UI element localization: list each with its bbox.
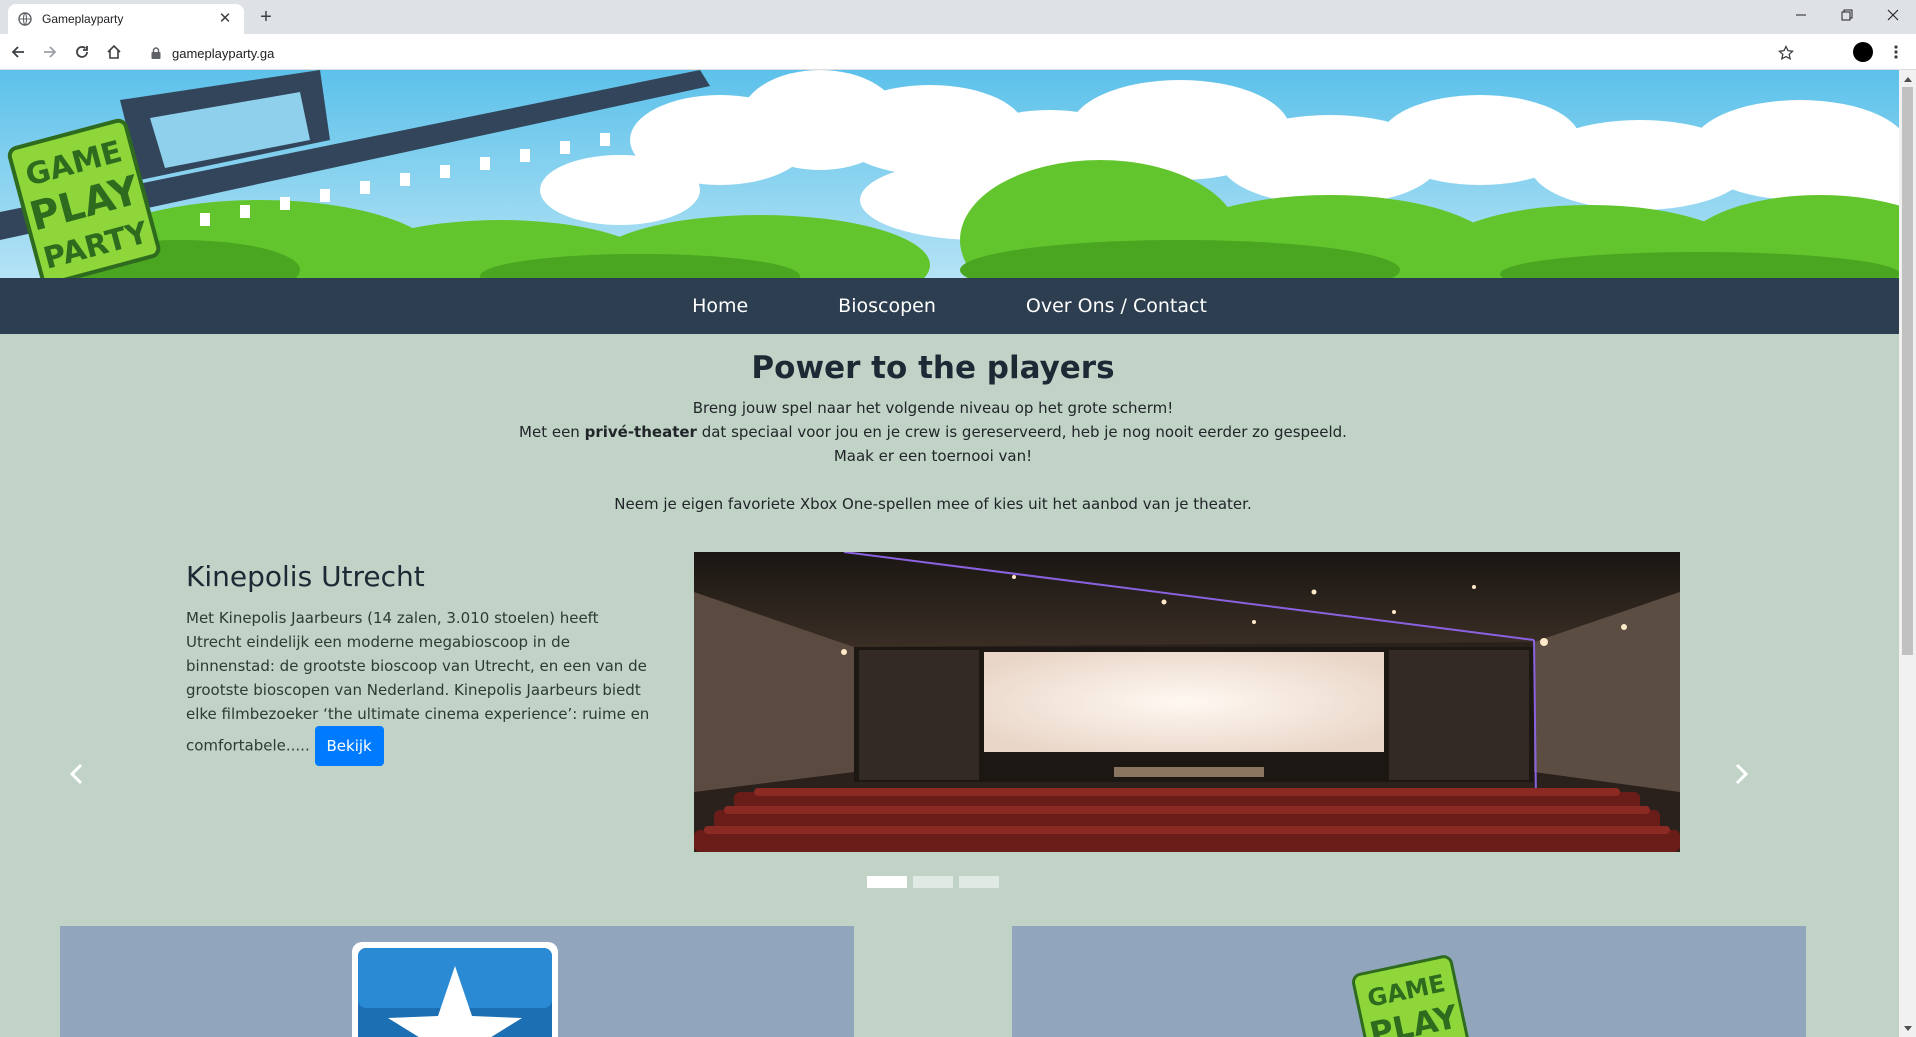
hero-text: Breng jouw spel naar het volgende niveau… bbox=[0, 396, 1866, 516]
cinema-card-left[interactable] bbox=[60, 926, 854, 1037]
tab-title: Gameplayparty bbox=[42, 12, 124, 26]
cinema-hall-image[interactable] bbox=[694, 552, 1680, 852]
slide-text: Met Kinepolis Jaarbeurs (14 zalen, 3.010… bbox=[186, 609, 650, 755]
slide-description: Met Kinepolis Jaarbeurs (14 zalen, 3.010… bbox=[186, 606, 658, 766]
carousel-next-button[interactable] bbox=[1722, 756, 1762, 796]
nav-bioscopen[interactable]: Bioscopen bbox=[793, 295, 981, 317]
carousel-indicator-1[interactable] bbox=[867, 876, 907, 888]
page-viewport: GAME PLAY PARTY Home Bioscopen Over Ons … bbox=[0, 70, 1899, 1037]
browser-menu-icon[interactable] bbox=[1884, 40, 1908, 64]
slide-title: Kinepolis Utrecht bbox=[186, 560, 425, 593]
cinema-carousel: Kinepolis Utrecht Met Kinepolis Jaarbeur… bbox=[0, 552, 1899, 892]
url-text: gameplayparty.ga bbox=[172, 45, 275, 61]
hero-line-1: Breng jouw spel naar het volgende niveau… bbox=[692, 399, 1174, 417]
hero-line-3: Maak er een toernooi van! bbox=[833, 447, 1033, 465]
hero-line-2: Met een privé-theater dat speciaal voor … bbox=[0, 420, 1866, 444]
gameplayparty-logo: GAME PLAY bbox=[1351, 955, 1473, 1037]
carousel-indicator-3[interactable] bbox=[959, 876, 999, 888]
hero-line-4: Neem je eigen favoriete Xbox One-spellen… bbox=[614, 495, 1252, 513]
new-tab-button[interactable]: + bbox=[254, 5, 278, 29]
chevron-left-icon bbox=[68, 763, 84, 789]
kinepolis-logo bbox=[352, 942, 558, 1037]
hero-line-2-bold: privé-theater bbox=[584, 423, 697, 441]
hero-title: Power to the players bbox=[751, 350, 1115, 386]
main-navbar: Home Bioscopen Over Ons / Contact bbox=[0, 278, 1899, 334]
restore-icon[interactable] bbox=[1824, 0, 1870, 30]
page-scrollbar[interactable] bbox=[1899, 70, 1916, 1037]
carousel-prev-button[interactable] bbox=[56, 756, 96, 796]
globe-icon bbox=[18, 12, 32, 26]
scroll-up-icon[interactable] bbox=[1899, 70, 1916, 87]
browser-tab-strip: Gameplayparty ✕ + bbox=[0, 0, 1916, 34]
back-icon[interactable] bbox=[6, 40, 30, 64]
nav-over-ons-contact[interactable]: Over Ons / Contact bbox=[981, 295, 1252, 317]
profile-avatar[interactable] bbox=[1853, 42, 1873, 62]
address-bar[interactable]: gameplayparty.ga bbox=[136, 39, 1808, 67]
hero-line-2-pre: Met een bbox=[519, 423, 585, 441]
cinema-card-right[interactable]: GAME PLAY bbox=[1012, 926, 1806, 1037]
hero-line-2-post: dat speciaal voor jou en je crew is gere… bbox=[696, 423, 1347, 441]
home-icon[interactable] bbox=[102, 40, 126, 64]
header-banner: GAME PLAY PARTY bbox=[0, 70, 1899, 278]
scroll-down-icon[interactable] bbox=[1899, 1020, 1916, 1037]
minimize-icon[interactable] bbox=[1778, 0, 1824, 30]
lock-icon bbox=[150, 46, 162, 60]
window-close-icon[interactable] bbox=[1870, 0, 1916, 30]
nav-home[interactable]: Home bbox=[647, 295, 793, 317]
scroll-thumb[interactable] bbox=[1902, 87, 1913, 655]
chevron-right-icon bbox=[1734, 763, 1750, 789]
bekijk-button[interactable]: Bekijk bbox=[314, 726, 384, 766]
bookmark-star-icon[interactable] bbox=[1778, 45, 1794, 61]
carousel-indicator-2[interactable] bbox=[913, 876, 953, 888]
tab-close-icon[interactable]: ✕ bbox=[216, 10, 234, 28]
browser-toolbar: gameplayparty.ga bbox=[0, 34, 1916, 70]
carousel-indicators bbox=[0, 876, 1866, 888]
forward-icon[interactable] bbox=[38, 40, 62, 64]
reload-icon[interactable] bbox=[70, 40, 94, 64]
browser-tab[interactable]: Gameplayparty ✕ bbox=[8, 4, 244, 34]
